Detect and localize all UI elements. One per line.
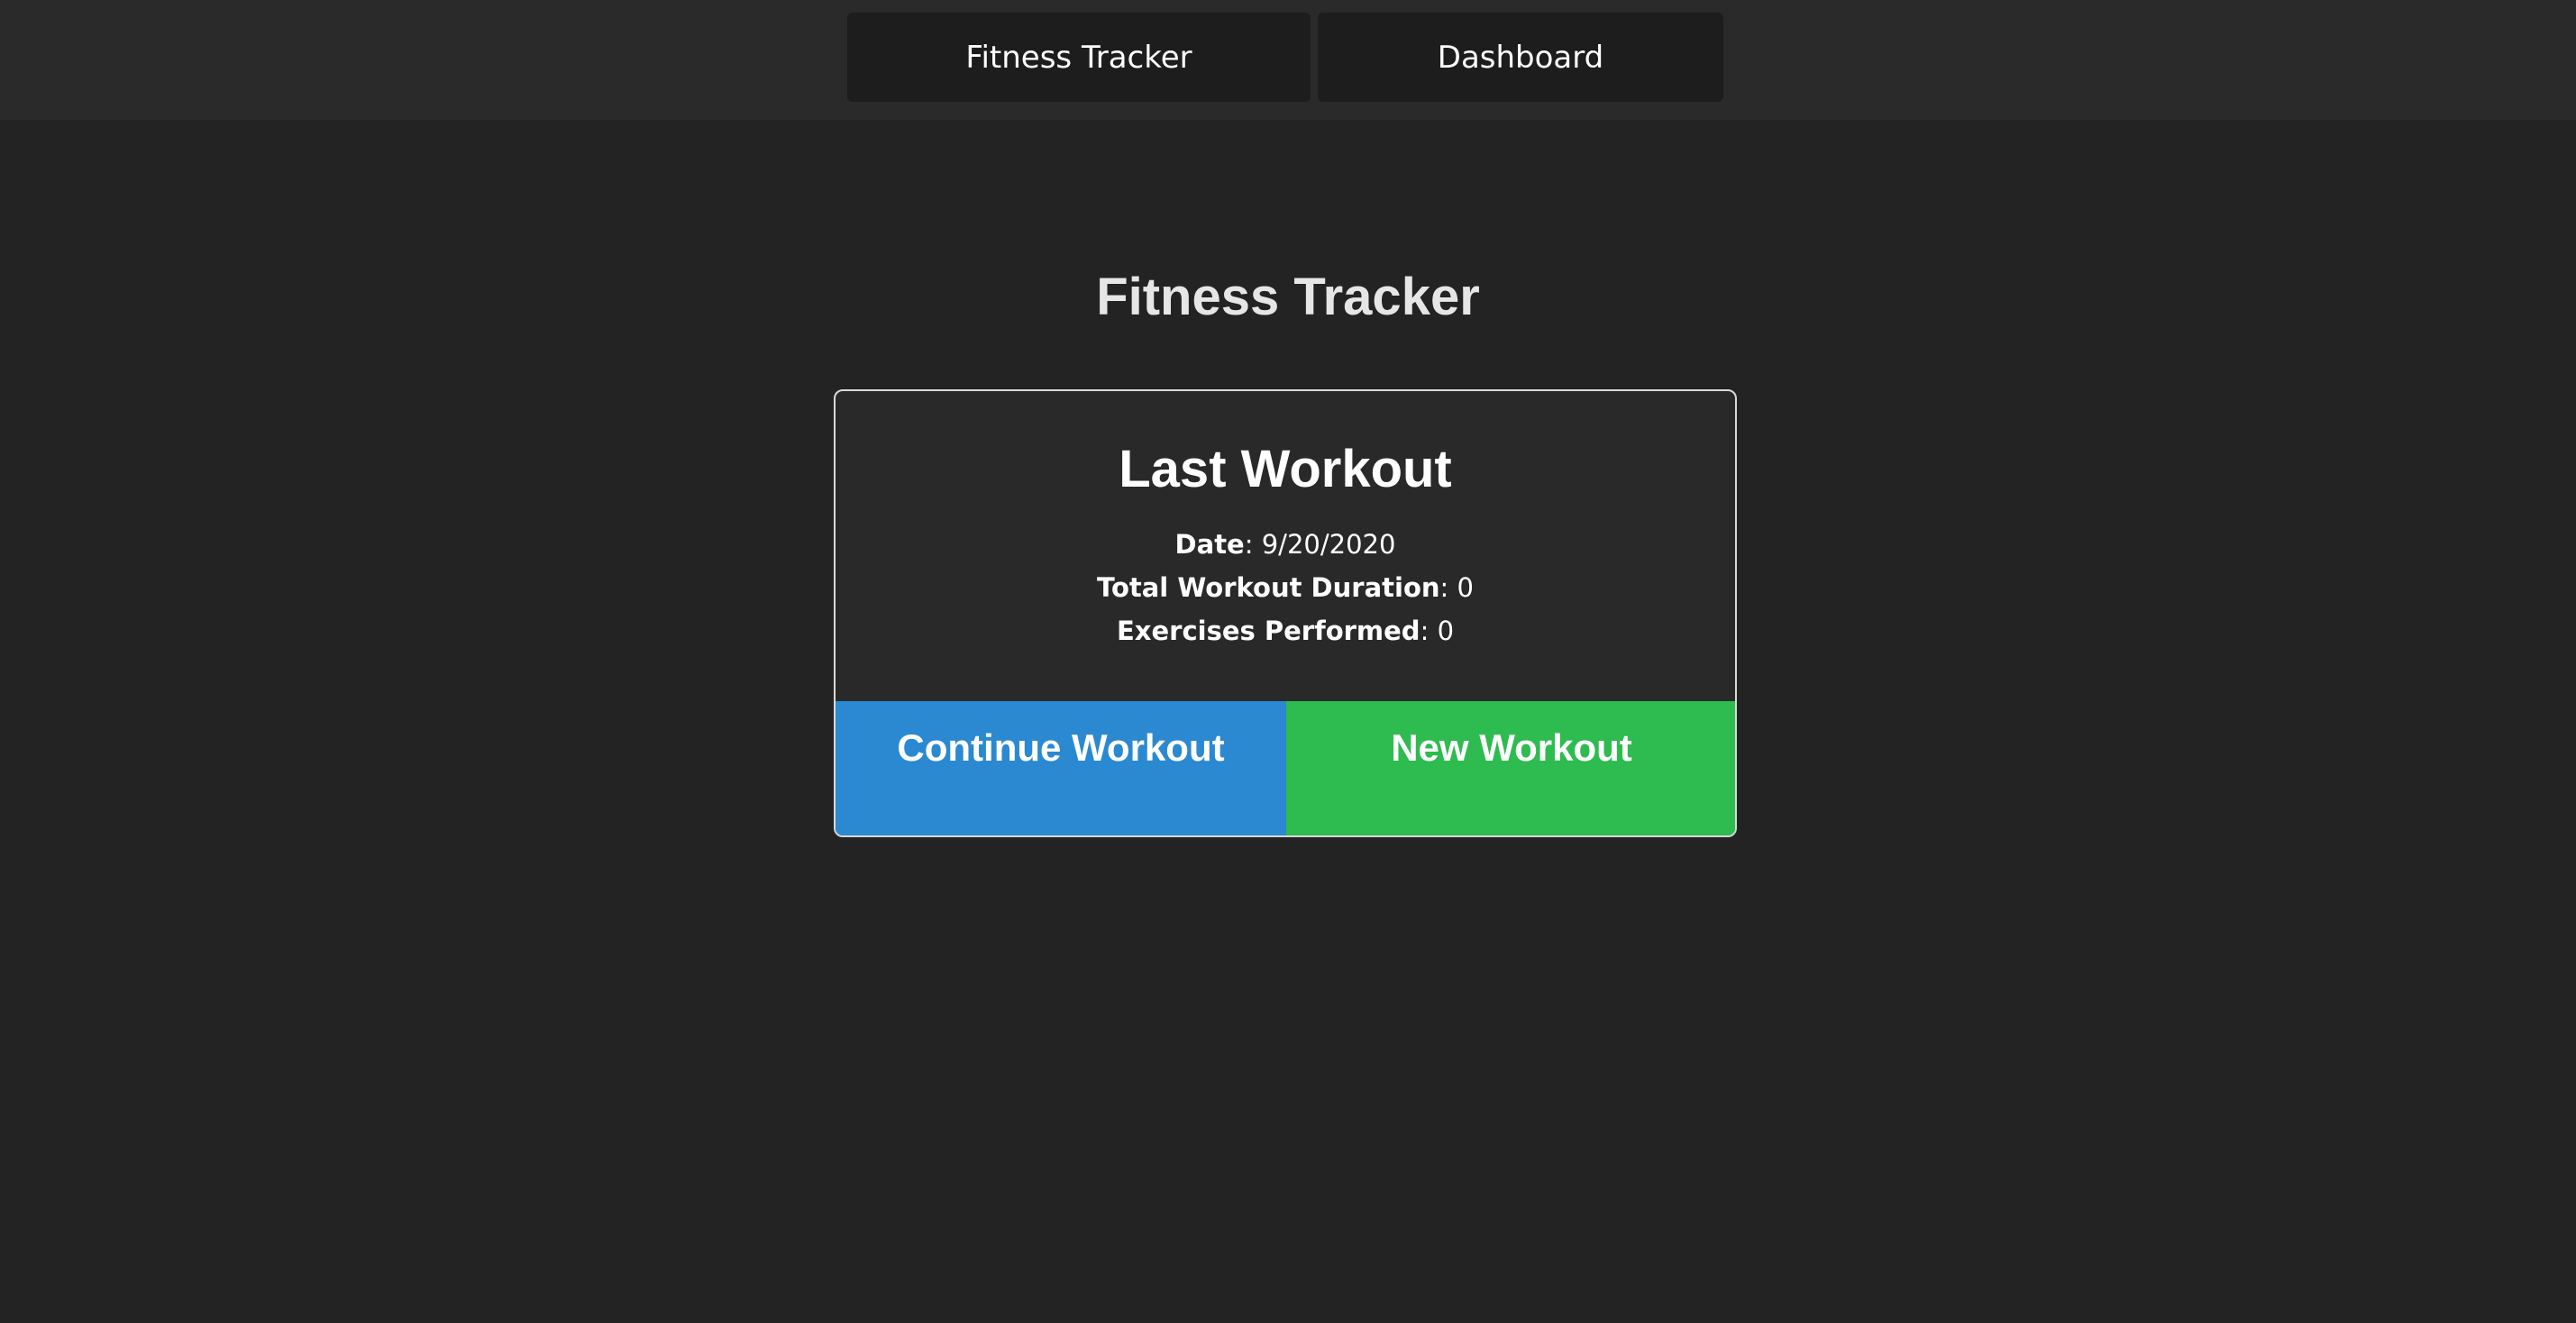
nav-fitness-tracker-button[interactable]: Fitness Tracker <box>847 13 1311 102</box>
workout-duration-value: 0 <box>1457 572 1474 603</box>
workout-date-row: Date: 9/20/2020 <box>1174 529 1396 560</box>
nav-dashboard-label: Dashboard <box>1437 39 1604 76</box>
last-workout-card: Last Workout Date: 9/20/2020 Total Worko… <box>834 389 1737 837</box>
continue-workout-label: Continue Workout <box>897 726 1225 769</box>
page-title: Fitness Tracker <box>1096 268 1480 326</box>
exercises-performed-row: Exercises Performed: 0 <box>1116 616 1455 646</box>
nav-dashboard-button[interactable]: Dashboard <box>1318 13 1723 102</box>
last-workout-title: Last Workout <box>1119 440 1452 498</box>
workout-date-label: Date <box>1174 529 1245 560</box>
workout-date-value: 9/20/2020 <box>1261 529 1396 560</box>
exercises-performed-value: 0 <box>1437 616 1455 646</box>
new-workout-button[interactable]: New Workout <box>1286 701 1735 835</box>
workout-duration-row: Total Workout Duration: 0 <box>1097 572 1474 603</box>
workout-duration-label: Total Workout Duration <box>1097 572 1440 603</box>
continue-workout-button[interactable]: Continue Workout <box>836 701 1286 835</box>
top-nav-bar: Fitness Tracker Dashboard <box>0 0 2576 120</box>
exercises-performed-label: Exercises Performed <box>1116 616 1420 646</box>
nav-fitness-tracker-label: Fitness Tracker <box>965 39 1192 76</box>
new-workout-label: New Workout <box>1391 726 1632 769</box>
